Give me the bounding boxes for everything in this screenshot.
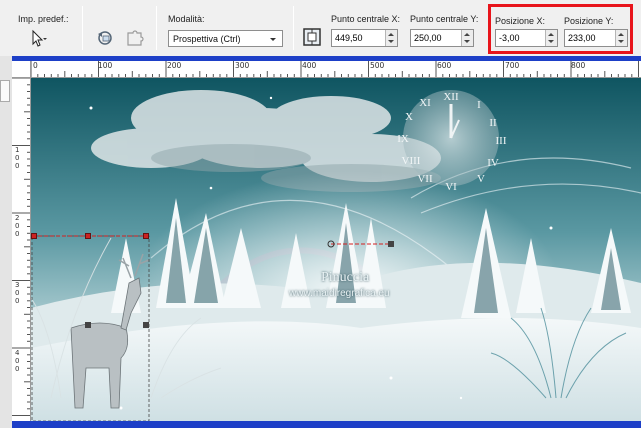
ruler-v-digit: 0 xyxy=(15,222,20,230)
pos-y-input[interactable]: 233,00 xyxy=(564,29,628,47)
pos-x-label: Posizione X: xyxy=(495,16,546,26)
puzzle-button[interactable] xyxy=(124,28,146,48)
selection-handle-top-left[interactable] xyxy=(31,233,37,239)
center-y-stepper[interactable] xyxy=(461,30,473,46)
pos-y-label: Posizione Y: xyxy=(564,16,614,26)
selection-handle-right[interactable] xyxy=(143,322,149,328)
selection-handle-top-right[interactable] xyxy=(143,233,149,239)
center-x-label: Punto centrale X: xyxy=(331,14,401,24)
ruler-h-label: 700 xyxy=(505,61,520,70)
down-arrow-icon xyxy=(388,40,394,43)
up-arrow-icon xyxy=(388,33,394,36)
toolbar-separator xyxy=(156,6,157,50)
pos-y-value: 233,00 xyxy=(568,33,596,43)
down-arrow-icon xyxy=(618,40,624,43)
puzzle-icon xyxy=(127,30,144,46)
winter-scene-image: XII I II III IV V VI VII VIII IX X XI xyxy=(31,78,641,421)
ruler-v-digit: 0 xyxy=(15,162,20,170)
ruler-v-digit: 0 xyxy=(15,365,20,373)
up-arrow-icon xyxy=(618,33,624,36)
preset-label: Imp. predef.: xyxy=(18,14,69,24)
arrow-cursor-icon xyxy=(32,29,47,47)
center-point-button[interactable] xyxy=(302,27,324,47)
selection-handle-center[interactable] xyxy=(85,322,91,328)
center-x-input[interactable]: 449,50 xyxy=(331,29,398,47)
ruler-v-digit: 1 xyxy=(15,146,20,154)
ruler-v-digit: 2 xyxy=(15,214,20,222)
chevron-down-icon xyxy=(270,38,276,41)
rotation-handle[interactable] xyxy=(388,241,394,247)
ruler-h-label: 300 xyxy=(235,61,250,70)
image-window-bottom-border xyxy=(12,421,641,428)
mode-dropdown[interactable]: Prospettiva (Ctrl) xyxy=(168,30,283,47)
down-arrow-icon xyxy=(464,40,470,43)
image-canvas[interactable]: XII I II III IV V VI VII VIII IX X XI xyxy=(31,78,641,421)
vertical-ruler-ticks xyxy=(12,78,30,423)
horizontal-ruler-ticks xyxy=(31,61,639,77)
center-x-stepper[interactable] xyxy=(385,30,397,46)
vertical-ruler: 1 0 0 2 0 0 3 0 0 4 0 0 xyxy=(12,78,31,428)
watermark-url: www.maidiregrafica.eu xyxy=(289,288,390,299)
preset-picker-button[interactable] xyxy=(28,29,50,49)
ruler-h-label: 600 xyxy=(437,61,452,70)
ruler-v-digit: 0 xyxy=(15,357,20,365)
pos-x-value: -3,00 xyxy=(499,33,520,43)
watermark-name: Pinuccia xyxy=(321,270,370,285)
ruler-v-digit: 0 xyxy=(15,297,20,305)
ruler-corner xyxy=(12,61,31,78)
ruler-v-digit: 0 xyxy=(15,289,20,297)
toolbar-separator xyxy=(82,6,83,50)
down-arrow-icon xyxy=(548,40,554,43)
mode-label: Modalità: xyxy=(168,14,205,24)
up-arrow-icon xyxy=(464,33,470,36)
selection-handle-top-mid[interactable] xyxy=(85,233,91,239)
toolbar-separator xyxy=(293,6,294,50)
up-arrow-icon xyxy=(548,33,554,36)
ruler-h-label: 500 xyxy=(370,61,385,70)
ruler-h-label: 0 xyxy=(33,61,38,70)
panel-scroll-thumb[interactable] xyxy=(0,80,10,102)
center-x-value: 449,50 xyxy=(335,33,363,43)
horizontal-ruler: 0 100 200 300 400 500 600 700 800 xyxy=(31,61,641,78)
frame-center-icon xyxy=(303,28,321,46)
pos-y-stepper[interactable] xyxy=(615,30,627,46)
center-y-label: Punto centrale Y: xyxy=(410,14,479,24)
tool-options-toolbar: Imp. predef.: Modalità: Prospettiva (Ctr… xyxy=(0,0,641,56)
ruler-v-digit: 0 xyxy=(15,230,20,238)
center-y-value: 250,00 xyxy=(414,33,442,43)
reset-rotation-button[interactable] xyxy=(94,28,116,48)
center-y-input[interactable]: 250,00 xyxy=(410,29,474,47)
mode-value: Prospettiva (Ctrl) xyxy=(173,34,241,44)
pos-x-input[interactable]: -3,00 xyxy=(495,29,558,47)
ruler-v-digit: 3 xyxy=(15,281,20,289)
ruler-v-digit: 0 xyxy=(15,154,20,162)
ruler-h-label: 100 xyxy=(98,61,113,70)
ruler-h-label: 800 xyxy=(571,61,586,70)
ruler-v-digit: 4 xyxy=(15,349,20,357)
left-panel-strip xyxy=(0,56,12,428)
ruler-h-label: 200 xyxy=(167,61,182,70)
rotate-icon xyxy=(98,31,112,45)
ruler-h-label: 400 xyxy=(302,61,317,70)
pos-x-stepper[interactable] xyxy=(545,30,557,46)
